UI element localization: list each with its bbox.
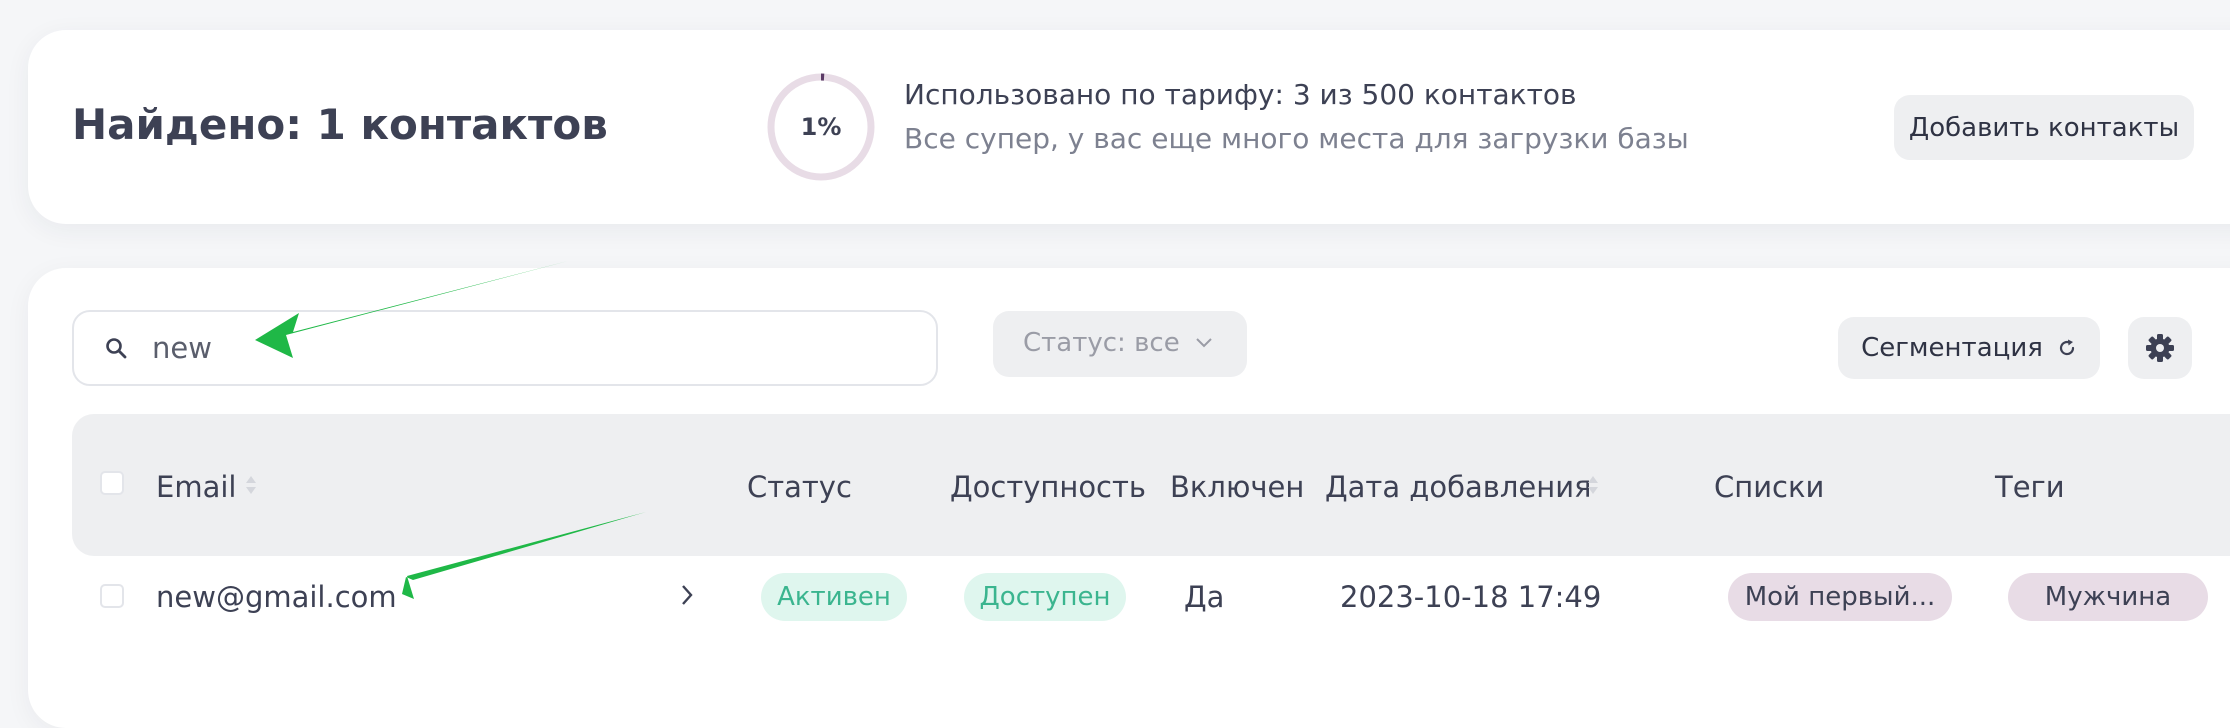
arrow-annotation <box>255 261 646 599</box>
